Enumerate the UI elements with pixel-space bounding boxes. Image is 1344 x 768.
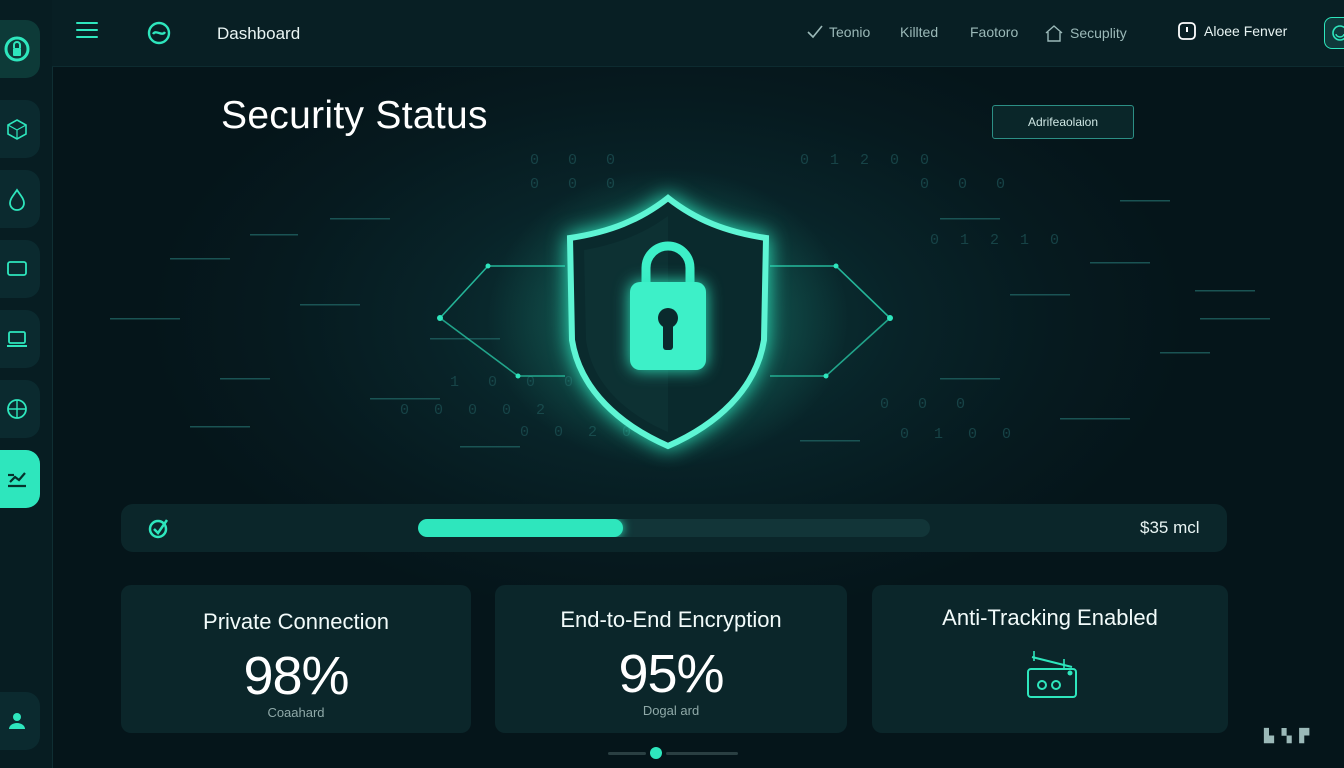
card-title: Anti-Tracking Enabled xyxy=(942,605,1158,630)
avatar[interactable] xyxy=(1324,17,1344,49)
nav-label: Teonio xyxy=(829,24,871,40)
nav-label: Killted xyxy=(900,24,939,40)
nav-label: Faotoro xyxy=(970,24,1019,40)
svg-text:0 0 0: 0 0 0 xyxy=(920,176,1015,193)
progress-fill xyxy=(418,519,623,537)
sidebar xyxy=(0,0,53,768)
nav-item-killted[interactable]: Killted xyxy=(900,24,938,40)
menu-icon[interactable] xyxy=(76,22,98,40)
card-caption: Coaahard xyxy=(267,705,325,720)
sidebar-item-chart[interactable] xyxy=(0,450,40,508)
user-menu[interactable]: Aloee Fenver xyxy=(1178,22,1287,40)
user-icon xyxy=(9,713,25,729)
sidebar-item-shield[interactable] xyxy=(0,20,40,78)
chart-icon xyxy=(8,472,26,488)
laptop-icon xyxy=(7,331,27,347)
card-value: 98% xyxy=(243,646,349,706)
user-name: Aloee Fenver xyxy=(1204,23,1288,39)
tracker-icon xyxy=(1027,651,1077,698)
check-circle-icon xyxy=(148,519,169,539)
card-caption: Dogal ard xyxy=(642,703,700,718)
page-title: Security Status xyxy=(221,94,488,137)
sidebar-item-globe[interactable] xyxy=(0,380,40,438)
progress-bar xyxy=(418,519,930,537)
sidebar-item-cube[interactable] xyxy=(0,100,40,158)
sidebar-item-monitor[interactable] xyxy=(0,240,40,298)
logo-icon xyxy=(147,21,171,45)
card-encryption[interactable]: End-to-End Encryption 95% Dogal ard xyxy=(495,585,847,733)
drop-icon xyxy=(9,188,25,211)
pager-dot-active xyxy=(650,747,662,759)
nav-label: Secuplity xyxy=(1070,25,1127,41)
globe-icon xyxy=(7,399,27,419)
sidebar-item-drop[interactable] xyxy=(0,170,40,228)
pagination[interactable] xyxy=(608,746,738,760)
nav-item-secuplity[interactable]: Secuplity xyxy=(1044,24,1127,42)
progress-card: $35 mcl xyxy=(121,504,1227,552)
cube-icon xyxy=(7,119,27,140)
nav-item-faotoro[interactable]: Faotoro xyxy=(970,24,1018,40)
shield-icon xyxy=(4,36,30,62)
svg-text:0 1 2 1 0: 0 1 2 1 0 xyxy=(930,232,1065,249)
card-title: Private Connection xyxy=(203,609,389,634)
card-private-connection[interactable]: Private Connection 98% Coaahard xyxy=(121,585,471,733)
sidebar-item-user[interactable] xyxy=(0,692,40,750)
card-title: End-to-End Encryption xyxy=(560,607,782,632)
monitor-icon xyxy=(7,261,27,276)
svg-text:0 1 0 0: 0 1 0 0 xyxy=(900,426,1019,443)
svg-text:0 1 2 0 0: 0 1 2 0 0 xyxy=(800,152,935,169)
card-value: 95% xyxy=(618,644,724,704)
top-bar: Dashboard Teonio Killted Faotoro Secupli… xyxy=(52,0,1344,67)
check-icon xyxy=(807,25,823,39)
nav-item-teonio[interactable]: Teonio xyxy=(807,24,870,40)
home-icon xyxy=(1045,25,1063,42)
security-illustration: 0 0 0 0 1 2 0 0 0 0 0 0 0 0 0 1 2 1 0 0 … xyxy=(100,152,1280,468)
svg-text:0 0 0: 0 0 0 xyxy=(880,396,975,413)
sidebar-item-laptop[interactable] xyxy=(0,310,40,368)
account-icon xyxy=(1178,22,1196,40)
action-button[interactable]: Adrifeaolaion xyxy=(992,105,1134,139)
app-title: Dashboard xyxy=(217,24,301,43)
avatar-icon xyxy=(1332,25,1344,41)
progress-value: $35 mcl xyxy=(1140,518,1200,537)
card-anti-tracking[interactable]: Anti-Tracking Enabled xyxy=(872,585,1228,733)
svg-text:0 0 0: 0 0 0 xyxy=(530,152,625,169)
corner-icons: ▙ ▚ ▛ xyxy=(1264,728,1312,743)
